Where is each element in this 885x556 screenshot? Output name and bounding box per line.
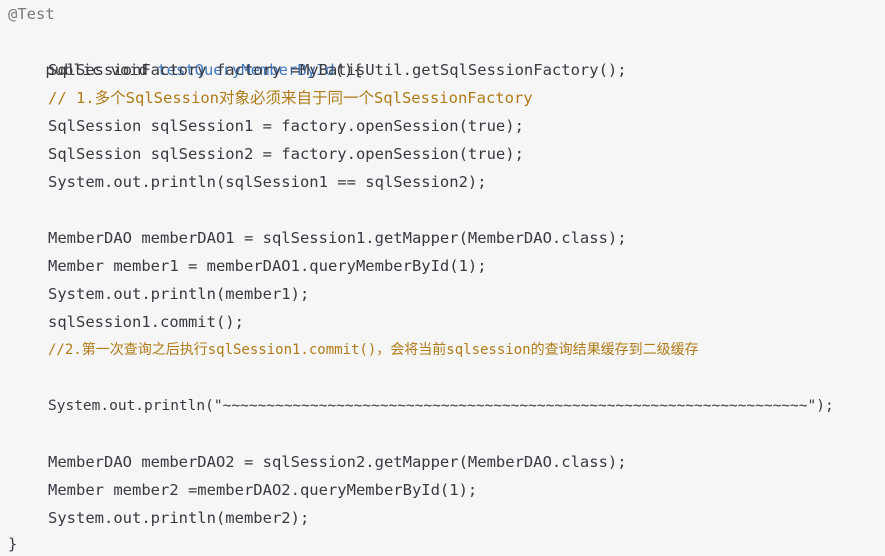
code-line: MemberDAO memberDAO2 = sqlSession2.getMa… [48, 453, 627, 471]
code-comment: // 1.多个SqlSession对象必须来自于同一个SqlSessionFac… [48, 89, 533, 107]
code-line: MemberDAO memberDAO1 = sqlSession1.getMa… [48, 229, 627, 247]
code-line: System.out.println(member2); [48, 509, 310, 527]
code-line: Member member2 =memberDAO2.queryMemberBy… [48, 481, 478, 499]
code-line: Member member1 = memberDAO1.queryMemberB… [48, 257, 487, 275]
code-comment: //2.第一次查询之后执行sqlSession1.commit()，会将当前sq… [48, 342, 699, 358]
code-line: SqlSession sqlSession1 = factory.openSes… [48, 117, 524, 135]
code-line: System.out.println(member1); [48, 285, 310, 303]
code-line-method-signature: public void testQueryMemberById(){ [8, 28, 362, 79]
code-line: System.out.println(sqlSession1 == sqlSes… [48, 173, 487, 191]
code-editor[interactable]: @Test public void testQueryMemberById(){… [0, 0, 885, 556]
code-line: System.out.println("~~~~~~~~~~~~~~~~~~~~… [48, 398, 834, 414]
code-line-annotation: @Test [8, 5, 55, 23]
code-line: SqlSessionFactory factory =MyBatisUtil.g… [48, 61, 627, 79]
code-line: SqlSession sqlSession2 = factory.openSes… [48, 145, 524, 163]
code-line-closing-brace: } [8, 535, 18, 553]
code-line: sqlSession1.commit(); [48, 313, 244, 331]
